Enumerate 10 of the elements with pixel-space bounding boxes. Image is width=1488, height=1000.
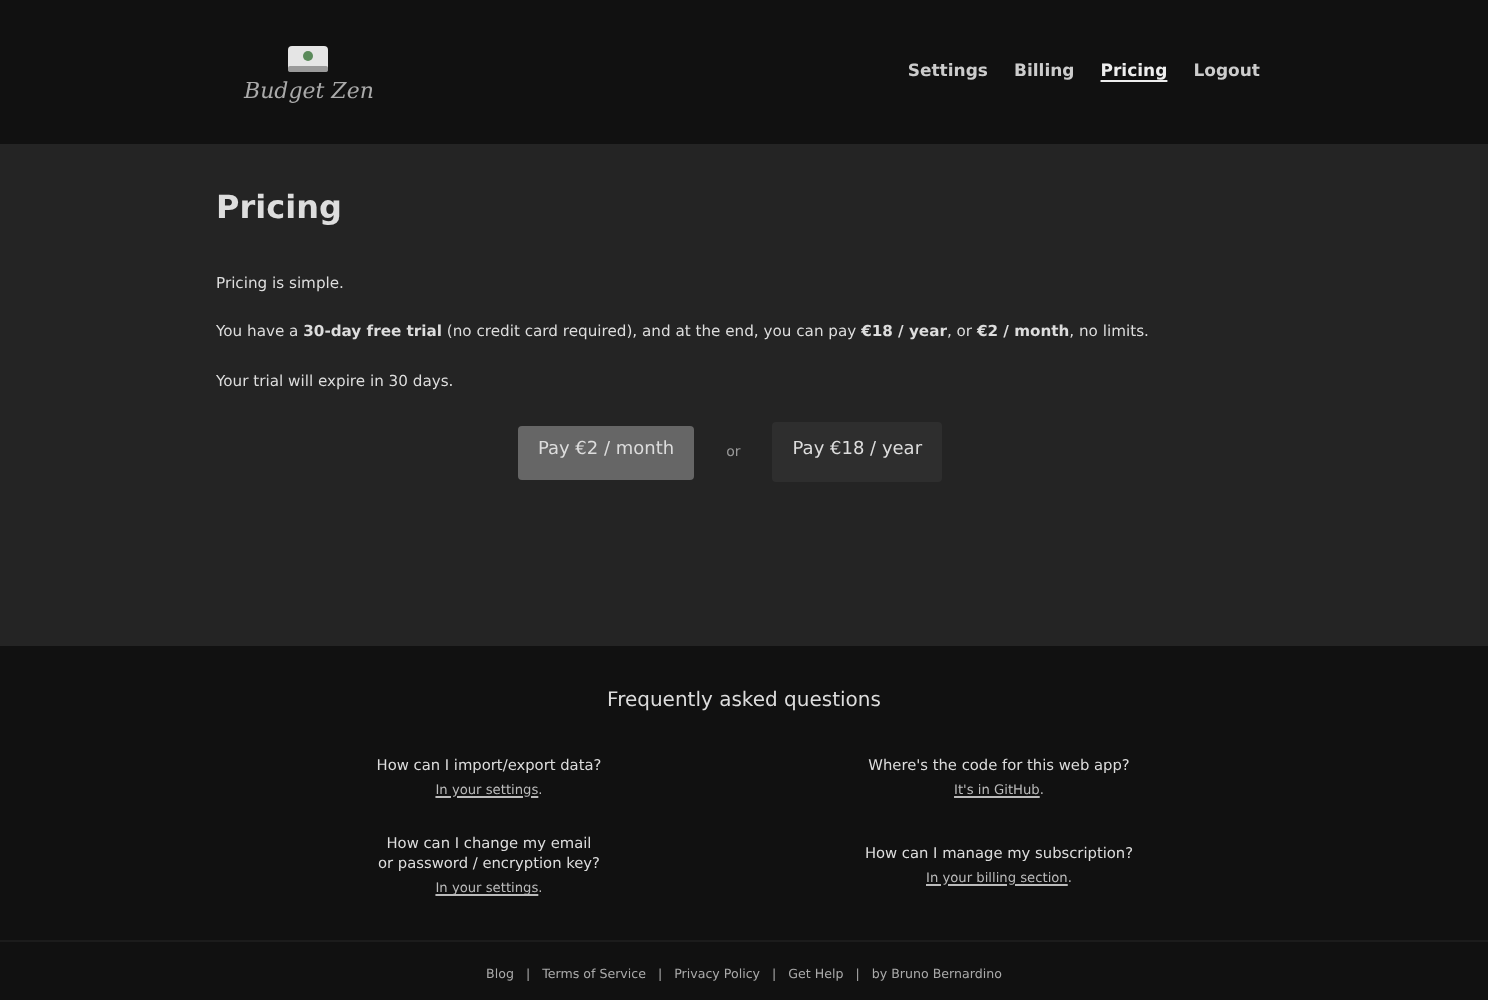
pay-button[interactable]: Pay €2 / month <box>517 425 695 480</box>
nav-link[interactable]: Pricing <box>1100 59 1168 85</box>
wallet-icon <box>286 43 331 73</box>
pay-button[interactable]: Pay €18 / year <box>772 422 943 483</box>
faq-title: Frequently asked questions <box>605 688 883 716</box>
nav-link[interactable]: Settings <box>907 59 988 85</box>
nav-link[interactable]: Billing <box>1013 59 1075 85</box>
nav-link[interactable]: Logout <box>1193 59 1260 85</box>
page-title: Pricing <box>216 186 344 230</box>
logo-text: Budget Zen <box>244 79 374 101</box>
